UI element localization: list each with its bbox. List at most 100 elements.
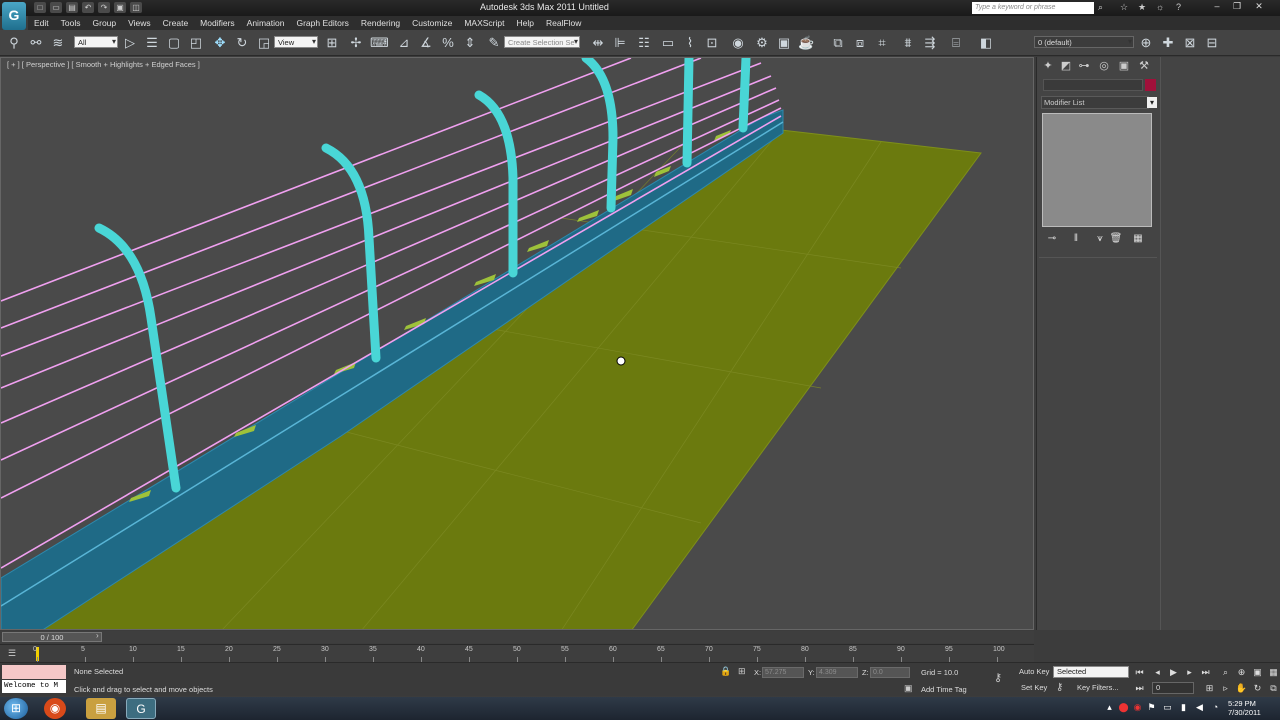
open-icon[interactable]: ▭ — [50, 2, 62, 13]
tray-antivirus-icon[interactable]: ⬤ — [1118, 702, 1129, 713]
reference-coordinate-dropdown[interactable]: View — [274, 36, 318, 48]
pin-stack-icon[interactable]: ⊸ — [1045, 233, 1059, 245]
layers-icon[interactable]: ◧ — [978, 35, 994, 51]
current-frame-field[interactable]: 0 — [1152, 682, 1194, 694]
new-icon[interactable]: □ — [34, 2, 46, 13]
configure-modifier-sets-icon[interactable]: ▦ — [1131, 233, 1145, 245]
render-production-icon[interactable]: ☕ — [798, 35, 814, 51]
angle-snap-icon[interactable]: ∡ — [418, 35, 434, 51]
perspective-viewport[interactable]: [ + ] [ Perspective ] [ Smooth + Highlig… — [0, 57, 1034, 630]
remove-modifier-icon[interactable]: 🗑 — [1109, 233, 1123, 245]
hold-icon[interactable]: ▣ — [114, 2, 126, 13]
pan-icon[interactable]: ✋ — [1234, 682, 1249, 694]
clock-time[interactable]: 5:29 PM — [1228, 699, 1256, 708]
menu-maxscript[interactable]: MAXScript — [458, 16, 510, 30]
maximize-viewport-icon[interactable]: ⧉ — [1266, 682, 1280, 694]
time-tag-icon[interactable]: ▣ — [904, 683, 913, 694]
object-name-field[interactable] — [1043, 79, 1143, 91]
zoom-extents-all-icon[interactable]: ▦ — [1266, 666, 1280, 678]
z-coordinate-field[interactable]: 0.0 — [870, 667, 910, 678]
select-manipulate-icon[interactable]: ✢ — [348, 35, 364, 51]
tray-power-icon[interactable]: ▮ — [1178, 702, 1189, 713]
graphite-ribbon-icon[interactable]: ▭ — [660, 35, 676, 51]
scale-icon[interactable]: ◲ — [256, 35, 272, 51]
tray-wifi-icon[interactable]: ◔ — [1210, 702, 1221, 713]
subscription-icon[interactable]: ☼ — [1156, 2, 1164, 12]
close-button[interactable]: ✕ — [1250, 0, 1268, 12]
select-by-name-icon[interactable]: ☰ — [144, 35, 160, 51]
communication-center-icon[interactable]: ☆ — [1120, 2, 1128, 13]
menu-customize[interactable]: Customize — [406, 16, 458, 30]
redo-icon[interactable]: ↷ — [98, 2, 110, 13]
set-keys-icon[interactable]: ⚷ — [1056, 682, 1063, 693]
align-icon[interactable]: ⊫ — [612, 35, 628, 51]
bind-space-warp-icon[interactable]: ≋ — [50, 35, 66, 51]
track-bar[interactable]: 0 5 10 15 20 25 30 35 40 45 50 55 60 65 70 75 80 85 90 95 10… — [0, 644, 1034, 662]
key-filters-button[interactable]: Key Filters... — [1077, 683, 1119, 692]
modifier-stack[interactable] — [1042, 113, 1152, 227]
application-button[interactable]: G — [2, 2, 26, 30]
start-button[interactable]: ⊞ — [4, 698, 28, 719]
select-in-layer-icon[interactable]: ⊠ — [1182, 35, 1198, 51]
menu-views[interactable]: Views — [122, 16, 157, 30]
selection-filter-dropdown[interactable]: All — [74, 36, 118, 48]
undo-icon[interactable]: ↶ — [82, 2, 94, 13]
curve-editor-icon[interactable]: ⌇ — [682, 35, 698, 51]
key-mode-toggle-icon[interactable]: ⏭ — [1132, 682, 1147, 694]
realflow-daemon-icon[interactable]: ⌗ — [874, 35, 890, 51]
zoom-icon[interactable]: ⌕ — [1218, 666, 1233, 678]
minimize-button[interactable]: – — [1208, 0, 1226, 12]
tray-volume-icon[interactable]: ◀ — [1194, 702, 1205, 713]
percent-snap-icon[interactable]: % — [440, 35, 456, 51]
realflow-export-icon[interactable]: ⇶ — [922, 35, 938, 51]
modifier-list-dropdown[interactable]: Modifier List — [1041, 96, 1149, 109]
tray-flag-icon[interactable]: ⚑ — [1146, 702, 1157, 713]
menu-modifiers[interactable]: Modifiers — [194, 16, 240, 30]
time-slider-thumb[interactable]: 0 / 100 — [2, 632, 102, 642]
help-icon[interactable]: ? — [1176, 2, 1181, 12]
rotate-icon[interactable]: ↻ — [234, 35, 250, 51]
next-frame-icon[interactable]: › — [96, 631, 99, 640]
key-icon[interactable]: ⚷ — [994, 671, 1002, 684]
menu-animation[interactable]: Animation — [241, 16, 291, 30]
menu-rendering[interactable]: Rendering — [355, 16, 406, 30]
create-tab-icon[interactable]: ✦ — [1041, 59, 1055, 73]
tray-network-icon[interactable]: ▭ — [1162, 702, 1173, 713]
auto-key-button[interactable]: Auto Key — [1019, 667, 1049, 676]
time-configuration-icon[interactable]: ⊞ — [1202, 682, 1217, 694]
layer-manager-icon[interactable]: ☷ — [636, 35, 652, 51]
rectangular-selection-icon[interactable]: ▢ — [166, 35, 182, 51]
set-key-button[interactable]: Set Key — [1021, 683, 1047, 692]
3ds-max-taskbar-icon[interactable]: G — [126, 698, 156, 719]
play-icon[interactable]: ▶ — [1166, 666, 1181, 678]
unlink-icon[interactable]: ⚯ — [28, 35, 44, 51]
add-time-tag-button[interactable]: Add Time Tag — [921, 685, 967, 694]
display-tab-icon[interactable]: ▣ — [1117, 59, 1131, 73]
show-end-result-icon[interactable]: ‖ — [1069, 233, 1083, 245]
maximize-button[interactable]: ❐ — [1228, 0, 1246, 12]
previous-frame-icon[interactable]: ◂ — [1150, 666, 1165, 678]
render-setup-icon[interactable]: ⚙ — [754, 35, 770, 51]
menu-tools[interactable]: Tools — [55, 16, 87, 30]
menu-group[interactable]: Group — [87, 16, 123, 30]
modify-tab-icon[interactable]: ◩ — [1059, 59, 1073, 73]
mini-curve-editor-icon[interactable]: ☰ — [8, 648, 16, 659]
mirror-icon[interactable]: ⇹ — [590, 35, 606, 51]
zoom-extents-icon[interactable]: ▣ — [1250, 666, 1265, 678]
explorer-icon[interactable]: ▤ — [86, 698, 116, 719]
chevron-down-icon[interactable]: ▾ — [1147, 97, 1157, 108]
absolute-mode-icon[interactable]: ⊞ — [738, 666, 746, 677]
clock-date[interactable]: 7/30/2011 — [1228, 708, 1261, 717]
hierarchy-tab-icon[interactable]: ⊶ — [1077, 59, 1091, 73]
menu-realflow[interactable]: RealFlow — [540, 16, 587, 30]
object-color-swatch[interactable] — [1145, 79, 1156, 91]
firefox-icon[interactable]: ◉ — [44, 698, 66, 719]
favorites-icon[interactable]: ★ — [1138, 2, 1146, 13]
motion-tab-icon[interactable]: ◎ — [1097, 59, 1111, 73]
tray-app-icon[interactable]: ◉ — [1132, 702, 1143, 713]
orbit-icon[interactable]: ↻ — [1250, 682, 1265, 694]
menu-help[interactable]: Help — [510, 16, 539, 30]
save-icon[interactable]: ▤ — [66, 2, 78, 13]
binoculars-icon[interactable]: ⌕ — [1098, 2, 1103, 13]
make-unique-icon[interactable]: ⩛ — [1093, 233, 1107, 245]
